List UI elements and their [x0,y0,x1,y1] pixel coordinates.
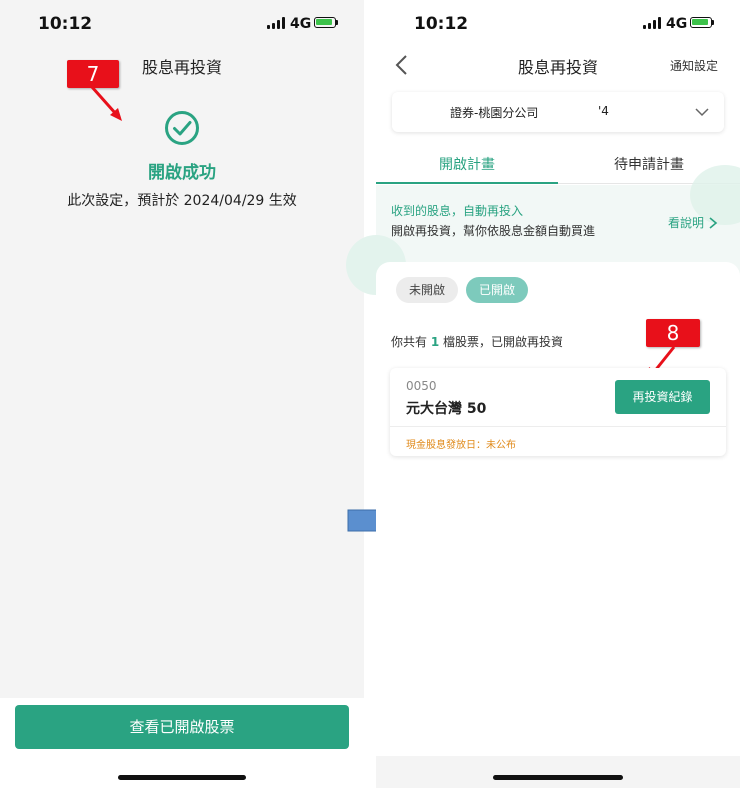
notification-settings-link[interactable]: 通知設定 [670,57,718,74]
left-phone-screen: 10:12 4G 股息再投資 7 開啟成功 此次設定，預計於 2024/04/2… [0,0,364,788]
red-arrow-icon [90,86,122,121]
account-branch: 證券-桃園分公司 [450,106,539,120]
stock-name: 元大台灣 50 [406,401,487,417]
opened-count-text: 你共有 1 檔股票，已開啟再投資 [391,333,563,350]
count-prefix: 你共有 [391,335,431,349]
view-opened-stocks-button[interactable]: 查看已開啟股票 [15,705,349,749]
home-indicator [493,775,623,780]
battery-icon [314,17,338,28]
status-time: 10:12 [414,14,469,34]
learn-more-link[interactable]: 看說明 [668,214,718,231]
content-panel: 未開啟 已開啟 你共有 1 檔股票，已開啟再投資 8 0050 元大台灣 50 … [376,262,740,756]
chevron-right-icon [709,216,718,229]
filter-opened[interactable]: 已開啟 [466,277,528,303]
bottom-bar [376,756,740,788]
card-divider [390,426,726,427]
promo-description: 開啟再投資，幫你依股息金額自動買進 [391,224,596,238]
account-suffix: '4 [598,104,609,118]
stock-code: 0050 [406,379,437,393]
learn-more-label: 看說明 [668,216,705,230]
active-tab-indicator [376,182,558,184]
battery-icon [690,17,714,28]
right-phone-screen: 10:12 4G 股息再投資 通知設定 證券-桃園分公司 '4 開啟計畫 待申請… [346,0,740,788]
reinvest-history-button[interactable]: 再投資紀錄 [615,380,710,414]
check-circle-icon [165,111,199,145]
effective-date-text: 此次設定，預計於 2024/04/29 生效 [67,193,297,209]
stock-card[interactable]: 0050 元大台灣 50 再投資紀錄 現金股息發放日：未公布 [390,368,726,456]
network-label: 4G [290,16,312,32]
success-message: 開啟成功 [148,163,216,183]
signal-icon [643,17,661,29]
filter-not-opened[interactable]: 未開啟 [396,277,458,303]
account-selector[interactable]: 證券-桃園分公司 '4 [392,92,724,132]
count-suffix: 檔股票，已開啟再投資 [439,335,564,349]
promo-headline: 收到的股息，自動再投入 [391,204,524,218]
step-badge: 8 [646,319,700,347]
status-time: 10:12 [38,14,93,34]
page-title: 股息再投資 [141,58,222,77]
dividend-date-text: 現金股息發放日：未公布 [406,440,516,451]
count-number: 1 [430,335,440,349]
tab-opened-plans[interactable]: 開啟計畫 [376,154,558,174]
home-indicator [118,775,246,780]
network-label: 4G [666,16,688,32]
signal-icon [267,17,285,29]
chevron-down-icon [695,108,709,117]
